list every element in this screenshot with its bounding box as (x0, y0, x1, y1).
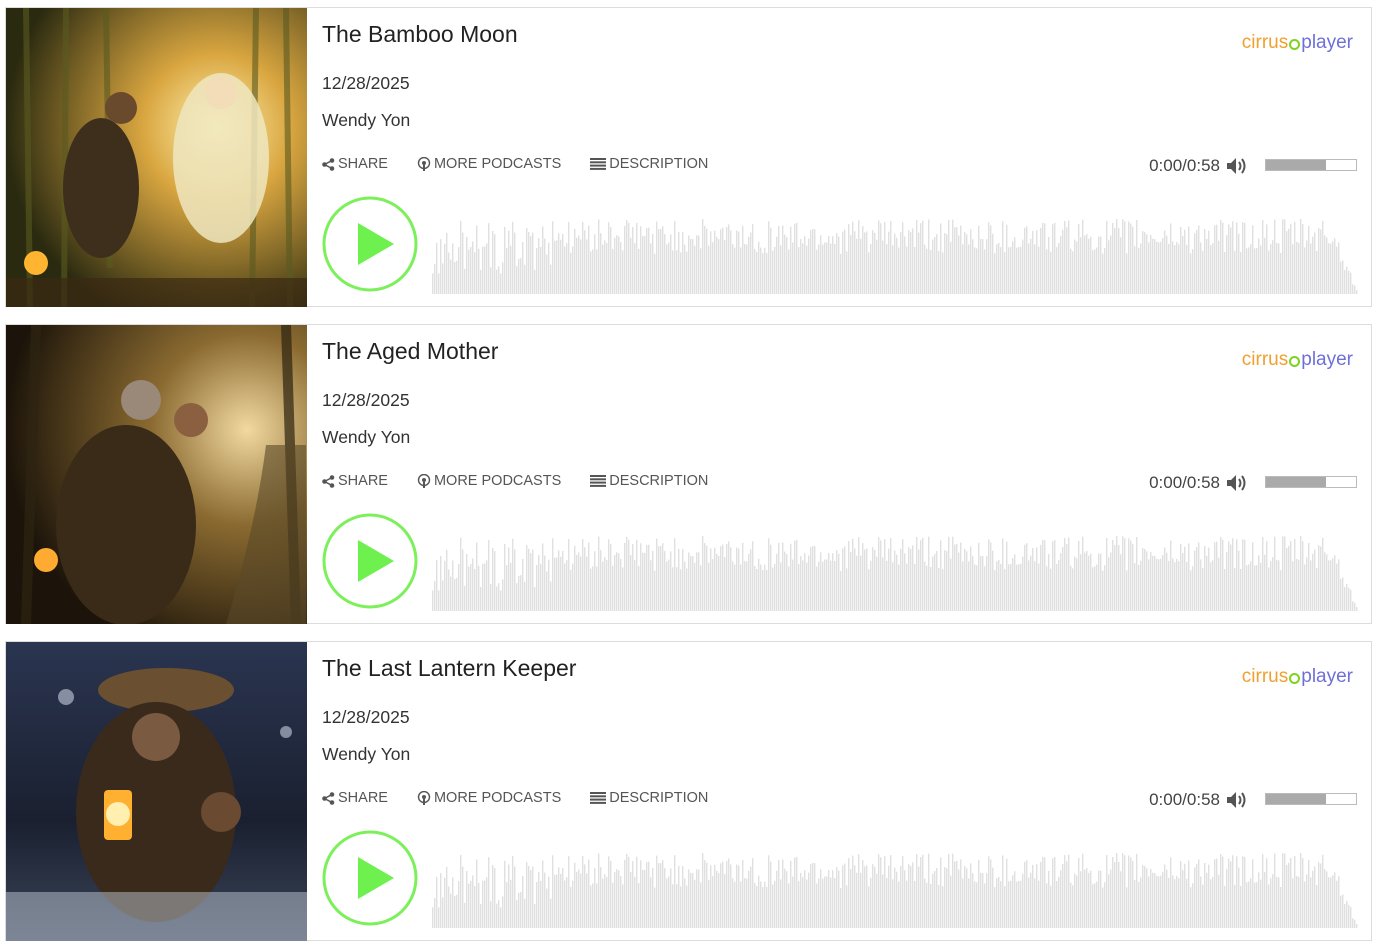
volume-icon[interactable] (1225, 156, 1249, 176)
share-button[interactable]: SHARE (322, 156, 388, 172)
share-icon (322, 791, 335, 805)
cirrus-player-logo: cirrus player (1242, 349, 1353, 371)
play-button[interactable] (322, 830, 418, 926)
description-label: DESCRIPTION (609, 790, 709, 806)
play-icon (358, 223, 394, 265)
share-icon (322, 474, 335, 488)
volume-fill (1266, 160, 1327, 170)
play-button[interactable] (322, 196, 418, 292)
more-podcasts-button[interactable]: MORE PODCASTS (417, 790, 561, 806)
logo-dot-icon (1289, 355, 1301, 367)
episode-artwork (6, 325, 307, 624)
more-podcasts-button[interactable]: MORE PODCASTS (417, 473, 561, 489)
more-podcasts-label: MORE PODCASTS (433, 473, 562, 489)
logo-dot-icon (1289, 672, 1301, 684)
episode-date: 12/28/2025 (322, 73, 410, 93)
episode-links: SHARE MORE PODCASTS DESCRIPTION (322, 473, 737, 489)
logo-text-right: player (1301, 32, 1353, 53)
cirrus-player-logo: cirrus player (1242, 666, 1353, 688)
play-button[interactable] (322, 513, 418, 609)
description-button[interactable]: DESCRIPTION (590, 156, 708, 172)
episode-title: The Last Lantern Keeper (322, 655, 577, 681)
episode-title: The Aged Mother (322, 338, 499, 364)
episode-artwork (6, 642, 307, 941)
share-label: SHARE (338, 156, 388, 172)
episode-card: The Bamboo Moon cirrus player 12/28/2025 … (5, 7, 1372, 307)
description-button[interactable]: DESCRIPTION (590, 473, 708, 489)
logo-text-right: player (1301, 666, 1353, 687)
more-podcasts-label: MORE PODCASTS (433, 790, 562, 806)
waveform[interactable] (432, 214, 1358, 294)
time-display: 0:00/0:58 (1149, 790, 1220, 809)
episode-title: The Bamboo Moon (322, 21, 518, 47)
more-podcasts-label: MORE PODCASTS (433, 156, 562, 172)
episode-content: The Aged Mother cirrus player 12/28/2025 … (322, 325, 1371, 623)
volume-fill (1266, 477, 1327, 487)
description-button[interactable]: DESCRIPTION (590, 790, 708, 806)
volume-icon[interactable] (1225, 790, 1249, 810)
episode-author: Wendy Yon (322, 427, 411, 447)
play-icon (358, 857, 394, 899)
share-button[interactable]: SHARE (322, 473, 388, 489)
volume-slider[interactable] (1265, 793, 1357, 805)
list-icon (590, 475, 607, 487)
description-label: DESCRIPTION (609, 156, 709, 172)
list-icon (590, 158, 607, 170)
logo-text-left: cirrus (1241, 349, 1289, 370)
volume-icon[interactable] (1225, 473, 1249, 493)
episode-card: The Last Lantern Keeper cirrus player 12/… (5, 641, 1372, 941)
episode-date: 12/28/2025 (322, 707, 410, 727)
share-button[interactable]: SHARE (322, 790, 388, 806)
episode-links: SHARE MORE PODCASTS DESCRIPTION (322, 156, 737, 172)
volume-fill (1266, 794, 1327, 804)
episode-date: 12/28/2025 (322, 390, 410, 410)
volume-slider[interactable] (1265, 476, 1357, 488)
time-display: 0:00/0:58 (1149, 473, 1220, 492)
waveform[interactable] (432, 531, 1358, 611)
cirrus-player-logo: cirrus player (1242, 32, 1353, 54)
episode-content: The Last Lantern Keeper cirrus player 12/… (322, 642, 1371, 940)
description-label: DESCRIPTION (609, 473, 709, 489)
podcast-icon (417, 473, 431, 488)
logo-dot-icon (1289, 38, 1301, 50)
episode-links: SHARE MORE PODCASTS DESCRIPTION (322, 790, 737, 806)
podcast-icon (417, 790, 431, 805)
list-icon (590, 792, 607, 804)
logo-text-left: cirrus (1241, 666, 1289, 687)
share-label: SHARE (338, 790, 388, 806)
episode-artwork (6, 8, 307, 307)
episode-content: The Bamboo Moon cirrus player 12/28/2025 … (322, 8, 1371, 306)
share-label: SHARE (338, 473, 388, 489)
share-icon (322, 157, 335, 171)
time-display: 0:00/0:58 (1149, 156, 1220, 175)
logo-text-left: cirrus (1241, 32, 1289, 53)
volume-slider[interactable] (1265, 159, 1357, 171)
more-podcasts-button[interactable]: MORE PODCASTS (417, 156, 561, 172)
play-icon (358, 540, 394, 582)
episode-author: Wendy Yon (322, 744, 411, 764)
episode-author: Wendy Yon (322, 110, 411, 130)
logo-text-right: player (1301, 349, 1353, 370)
podcast-icon (417, 156, 431, 171)
waveform[interactable] (432, 848, 1358, 928)
episode-card: The Aged Mother cirrus player 12/28/2025 … (5, 324, 1372, 624)
